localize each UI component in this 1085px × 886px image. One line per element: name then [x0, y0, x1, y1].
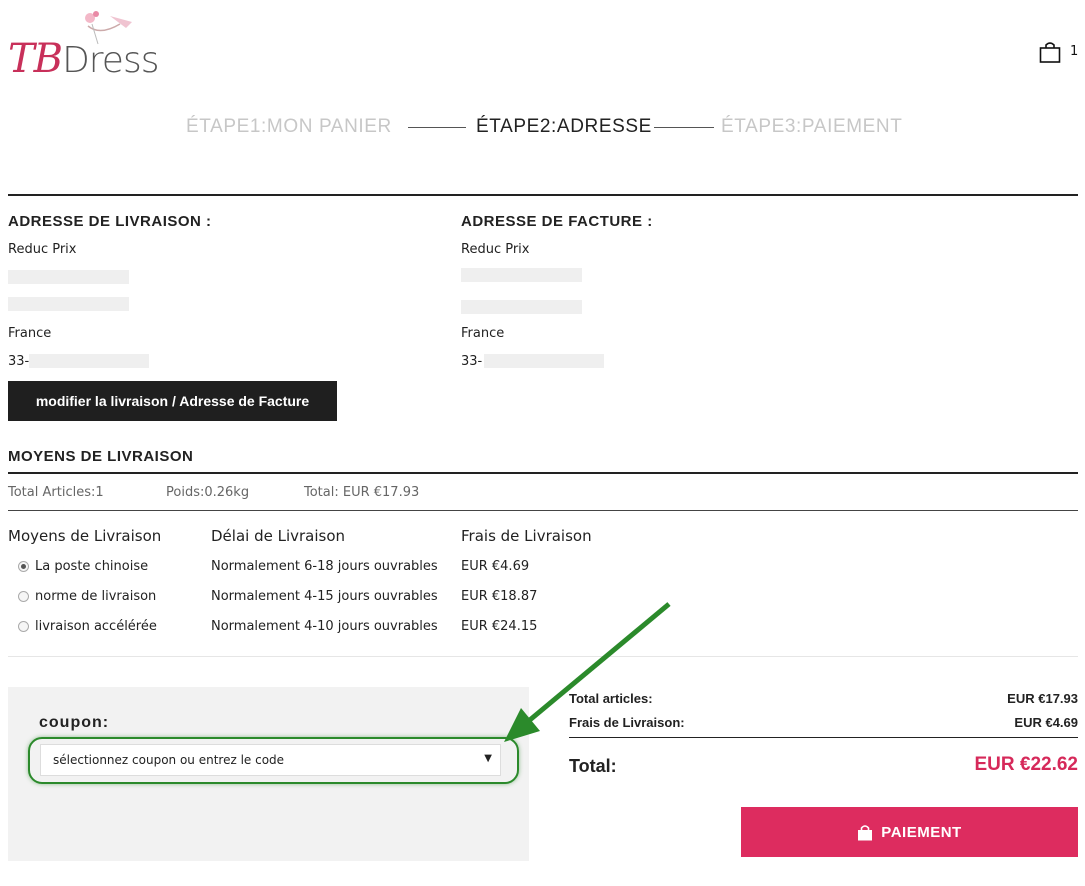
delivery-option-delay: Normalement 4-10 jours ouvrables [211, 619, 438, 634]
column-header-fee: Frais de Livraison [461, 527, 592, 545]
shipping-fee-label: Frais de Livraison: [569, 715, 685, 730]
billing-address-title: ADRESSE DE FACTURE : [461, 213, 653, 230]
divider [8, 472, 1078, 474]
edit-address-button[interactable]: modifier la livraison / Adresse de Factu… [8, 381, 337, 421]
delivery-section-title: MOYENS DE LIVRAISON [8, 448, 194, 465]
checkout-steps: ÉTAPE1:MON PANIER ÉTAPE2:ADRESSE ÉTAPE3:… [0, 116, 1085, 140]
lock-bag-icon [858, 824, 873, 840]
column-header-delay: Délai de Livraison [211, 527, 346, 545]
shipping-country: France [8, 326, 52, 341]
divider [8, 510, 1078, 511]
column-header-method: Moyens de Livraison [8, 527, 162, 545]
redacted-line [29, 354, 149, 368]
summary-total: Total: EUR €17.93 [304, 485, 420, 500]
step-payment: ÉTAPE3:PAIEMENT [721, 116, 903, 137]
coupon-select-value: sélectionnez coupon ou entrez le code [53, 753, 285, 767]
billing-name: Reduc Prix [461, 242, 530, 257]
step-cart[interactable]: ÉTAPE1:MON PANIER [186, 116, 392, 138]
payment-button-label: PAIEMENT [881, 823, 962, 841]
coupon-select[interactable]: sélectionnez coupon ou entrez le code ▼ [40, 744, 501, 776]
billing-phone: 33- [461, 354, 483, 369]
divider [569, 737, 1078, 738]
shipping-name: Reduc Prix [8, 242, 77, 257]
grand-total-value: EUR €22.62 [974, 754, 1078, 775]
divider [8, 194, 1078, 196]
shipping-address-title: ADRESSE DE LIVRAISON : [8, 213, 212, 230]
dropdown-caret-icon: ▼ [484, 753, 492, 764]
logo-dress: Dress [62, 40, 159, 81]
brand-logo[interactable]: TBDress [8, 6, 188, 82]
shipping-phone: 33- [8, 354, 30, 369]
delivery-option-fee: EUR €18.87 [461, 589, 538, 604]
divider [8, 656, 1078, 657]
total-articles-label: Total articles: [569, 691, 653, 706]
redacted-line [8, 297, 129, 311]
step-divider [408, 127, 466, 128]
summary-weight: Poids:0.26kg [166, 485, 250, 500]
radio-icon[interactable] [18, 591, 29, 602]
logo-tb: TB [8, 36, 63, 82]
delivery-option-delay: Normalement 6-18 jours ouvrables [211, 559, 438, 574]
logo-wordmark: TBDress [8, 36, 159, 82]
delivery-option-delay: Normalement 4-15 jours ouvrables [211, 589, 438, 604]
step-divider [654, 127, 714, 128]
redacted-line [461, 268, 582, 282]
coupon-label: coupon: [39, 714, 110, 731]
radio-icon[interactable] [18, 561, 29, 572]
shipping-fee-value: EUR €4.69 [1014, 715, 1078, 730]
step-address: ÉTAPE2:ADRESSE [476, 116, 652, 137]
grand-total-label: Total: [569, 756, 617, 776]
redacted-line [461, 300, 582, 314]
redacted-line [8, 270, 129, 284]
total-articles-value: EUR €17.93 [1007, 691, 1078, 706]
payment-button[interactable]: PAIEMENT [741, 807, 1078, 857]
delivery-option-fee: EUR €24.15 [461, 619, 538, 634]
delivery-option-method[interactable]: La poste chinoise [35, 559, 148, 574]
delivery-option-method[interactable]: livraison accélérée [35, 619, 157, 634]
summary-articles: Total Articles:1 [8, 485, 104, 500]
shopping-bag-icon[interactable] [1038, 40, 1062, 64]
cart-count[interactable]: 1 [1070, 44, 1078, 59]
delivery-option-method[interactable]: norme de livraison [35, 589, 156, 604]
delivery-option-fee: EUR €4.69 [461, 559, 530, 574]
radio-icon[interactable] [18, 621, 29, 632]
billing-country: France [461, 326, 505, 341]
redacted-line [484, 354, 604, 368]
